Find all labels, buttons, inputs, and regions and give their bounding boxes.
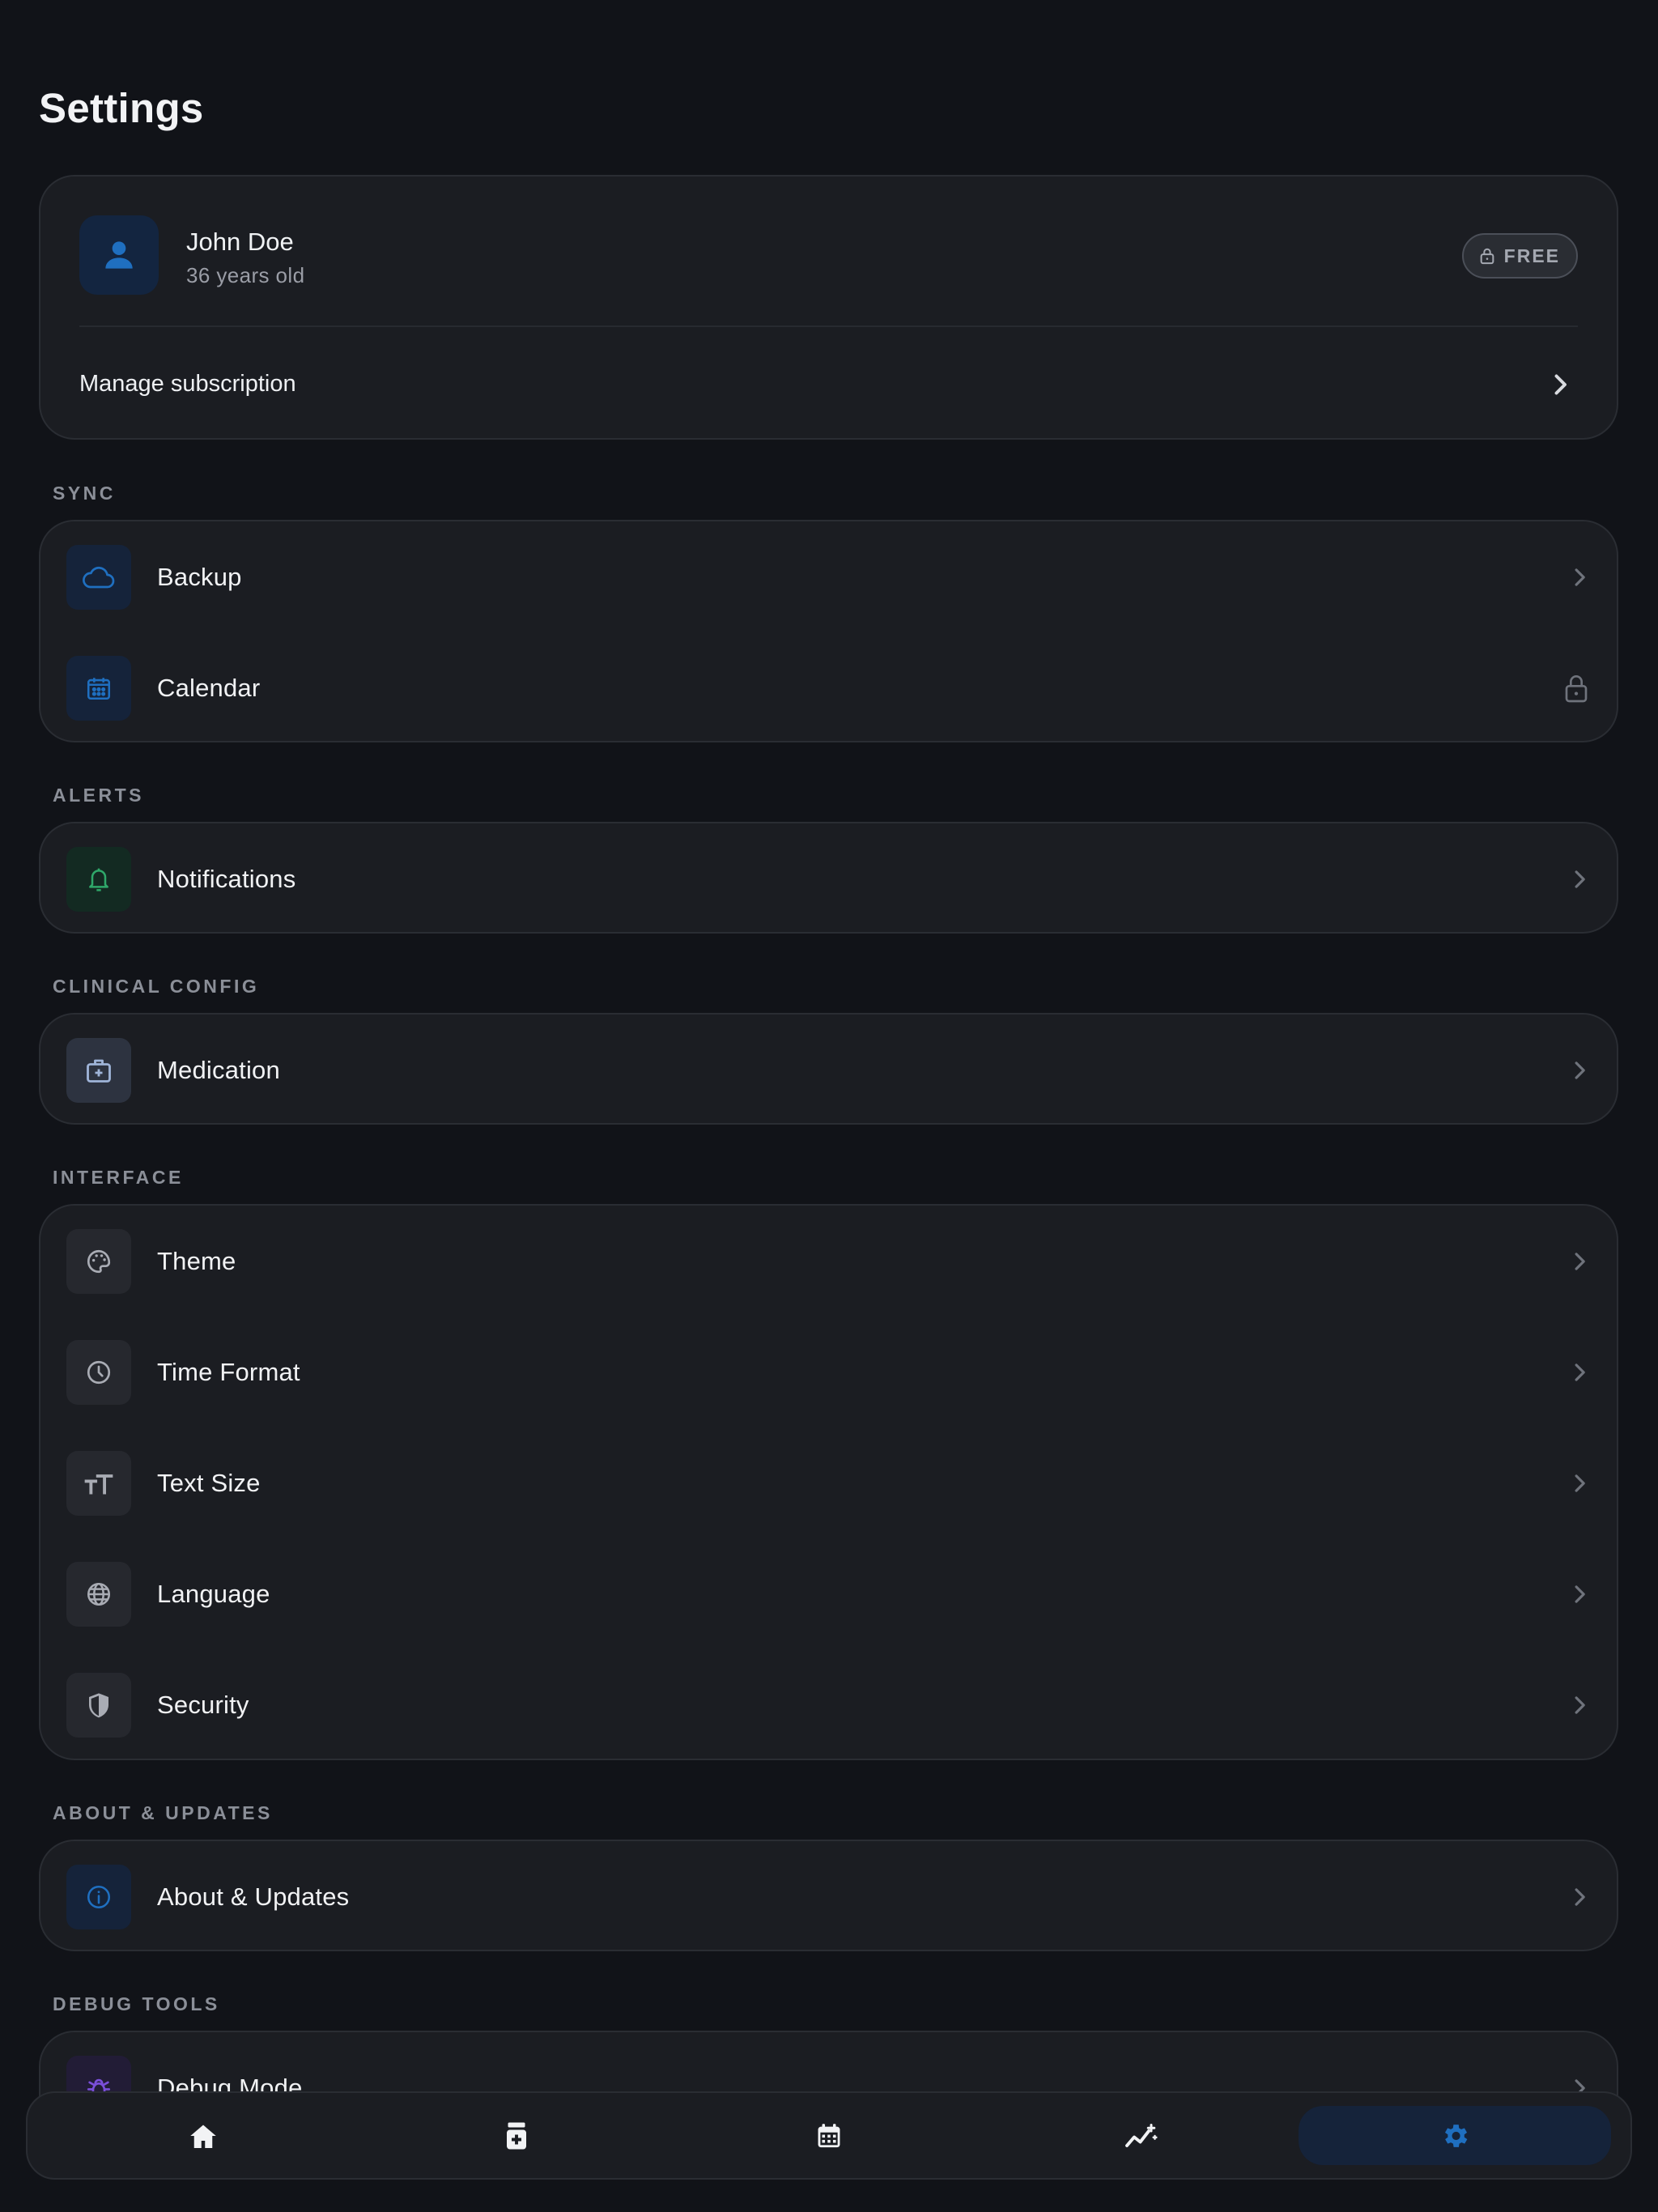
trend-chart-icon bbox=[1125, 2123, 1158, 2147]
interface-card: Theme Time Format Text Size Language Sec… bbox=[39, 1204, 1618, 1760]
settings-row-notifications[interactable]: Notifications bbox=[40, 823, 1617, 932]
row-label: Medication bbox=[157, 1056, 280, 1084]
section-header-debug-tools: DEBUG TOOLS bbox=[53, 1993, 220, 2014]
cloud-icon bbox=[83, 566, 115, 589]
shield-icon bbox=[89, 1693, 108, 1718]
row-icon-container bbox=[66, 1562, 131, 1627]
section-header-sync: SYNC bbox=[53, 483, 116, 504]
bottom-navigation-bar bbox=[26, 2091, 1632, 2180]
manage-subscription-button[interactable]: Manage subscription bbox=[40, 327, 1617, 438]
profile-name: John Doe bbox=[186, 228, 294, 256]
avatar bbox=[79, 215, 159, 295]
calendar-icon bbox=[818, 2123, 840, 2147]
row-icon-container bbox=[66, 1229, 131, 1294]
home-icon bbox=[190, 2125, 216, 2148]
alerts-card: Notifications bbox=[39, 822, 1618, 934]
chevron-right-icon bbox=[1575, 1474, 1585, 1492]
settings-row-text-size[interactable]: Text Size bbox=[40, 1427, 1617, 1538]
settings-row-calendar[interactable]: Calendar bbox=[40, 632, 1617, 741]
section-header-about-updates: ABOUT & UPDATES bbox=[53, 1802, 273, 1823]
profile-card: John Doe 36 years old FREE Manage subscr… bbox=[39, 175, 1618, 440]
row-label: Calendar bbox=[157, 674, 261, 702]
bell-icon bbox=[89, 868, 108, 891]
globe-icon bbox=[87, 1582, 111, 1606]
nav-medications[interactable] bbox=[359, 2106, 672, 2165]
page-title: Settings bbox=[39, 85, 204, 131]
settings-row-about-updates[interactable]: About & Updates bbox=[40, 1841, 1617, 1950]
nav-insights[interactable] bbox=[985, 2106, 1298, 2165]
plan-badge-label: FREE bbox=[1503, 245, 1560, 266]
chevron-right-icon bbox=[1575, 1363, 1585, 1381]
row-label: Time Format bbox=[157, 1358, 300, 1386]
chevron-right-icon bbox=[1575, 1061, 1585, 1079]
row-icon-container bbox=[66, 1451, 131, 1516]
chevron-right-icon bbox=[1575, 568, 1585, 586]
gear-icon bbox=[1444, 2124, 1468, 2147]
manage-subscription-label: Manage subscription bbox=[79, 371, 296, 397]
row-label: Notifications bbox=[157, 865, 296, 893]
plan-badge[interactable]: FREE bbox=[1461, 233, 1578, 279]
row-label: Security bbox=[157, 1691, 249, 1719]
palette-icon bbox=[87, 1249, 111, 1274]
section-header-interface: INTERFACE bbox=[53, 1167, 184, 1188]
row-label: About & Updates bbox=[157, 1882, 350, 1911]
medical-kit-icon bbox=[87, 1059, 111, 1083]
row-label: Text Size bbox=[157, 1469, 261, 1497]
settings-row-security[interactable]: Security bbox=[40, 1649, 1617, 1759]
about-updates-card: About & Updates bbox=[39, 1840, 1618, 1951]
row-icon-container bbox=[66, 1038, 131, 1103]
row-icon-container bbox=[66, 847, 131, 912]
chevron-right-icon bbox=[1575, 1696, 1585, 1714]
medication-bottle-icon bbox=[506, 2122, 526, 2149]
row-icon-container bbox=[66, 656, 131, 721]
nav-home[interactable] bbox=[47, 2106, 359, 2165]
chevron-right-icon bbox=[1575, 1585, 1585, 1603]
settings-row-medication[interactable]: Medication bbox=[40, 1015, 1617, 1123]
profile-header[interactable]: John Doe 36 years old FREE bbox=[40, 177, 1617, 327]
nav-settings[interactable] bbox=[1298, 2106, 1612, 2165]
chevron-right-icon bbox=[1554, 374, 1567, 395]
section-header-clinical-config: CLINICAL CONFIG bbox=[53, 976, 260, 997]
lock-icon bbox=[1480, 248, 1494, 265]
user-icon bbox=[105, 241, 133, 269]
clinical-config-card: Medication bbox=[39, 1013, 1618, 1125]
settings-row-time-format[interactable]: Time Format bbox=[40, 1317, 1617, 1427]
row-icon-container bbox=[66, 1865, 131, 1929]
row-label: Theme bbox=[157, 1247, 236, 1275]
row-label: Backup bbox=[157, 563, 242, 591]
row-icon-container bbox=[66, 1673, 131, 1738]
row-icon-container bbox=[66, 545, 131, 610]
chevron-right-icon bbox=[1575, 1888, 1585, 1906]
settings-row-backup[interactable]: Backup bbox=[40, 521, 1617, 632]
chevron-right-icon bbox=[1575, 870, 1585, 888]
row-label: Language bbox=[157, 1580, 270, 1608]
settings-screen: Settings John Doe 36 years old FREE Mana… bbox=[0, 0, 1658, 2212]
lock-icon bbox=[1565, 675, 1588, 703]
calendar-icon bbox=[87, 678, 111, 700]
settings-row-language[interactable]: Language bbox=[40, 1538, 1617, 1649]
sync-card: Backup Calendar bbox=[39, 520, 1618, 742]
info-icon bbox=[87, 1885, 111, 1909]
clock-icon bbox=[87, 1360, 111, 1385]
chevron-right-icon bbox=[1575, 1253, 1585, 1270]
text-size-icon bbox=[84, 1474, 113, 1495]
section-header-alerts: ALERTS bbox=[53, 785, 144, 806]
row-icon-container bbox=[66, 1340, 131, 1405]
settings-row-theme[interactable]: Theme bbox=[40, 1206, 1617, 1317]
profile-age: 36 years old bbox=[186, 263, 305, 287]
nav-calendar[interactable] bbox=[673, 2106, 985, 2165]
